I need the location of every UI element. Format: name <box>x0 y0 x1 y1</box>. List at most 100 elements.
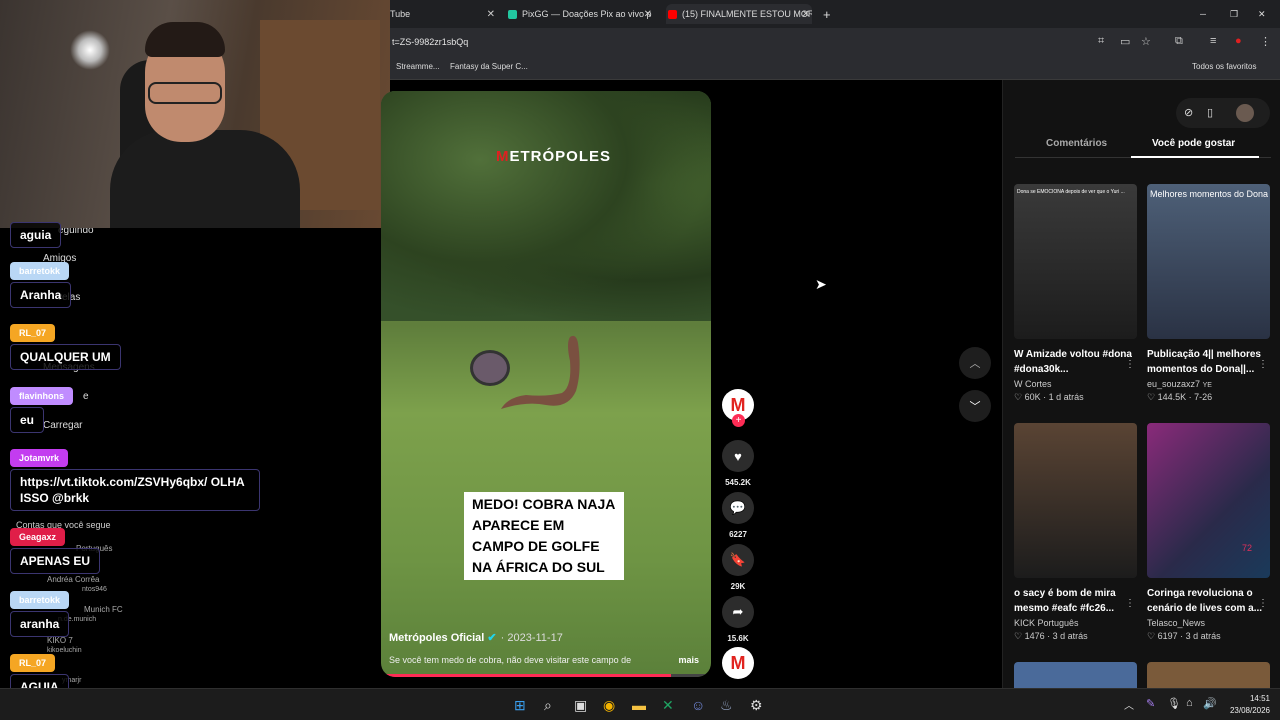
clock-time: 14:51 <box>1249 694 1270 703</box>
tab-youtube-video[interactable]: (15) FINALMENTE ESTOU MOR ✕ <box>666 4 812 24</box>
minimize-icon[interactable]: ─ <box>1200 4 1206 24</box>
more-options-icon[interactable]: ⋮ <box>1125 598 1135 609</box>
chat-username: RL_07 <box>10 654 56 672</box>
card-meta: ♡ 60K · 1 d atrás <box>1014 392 1084 402</box>
share-icon: ➦ <box>722 596 754 628</box>
heart-outline-icon: ♡ <box>1147 392 1158 402</box>
creator-avatar[interactable]: M + <box>722 389 754 427</box>
tab-pixgg[interactable]: PixGG — Doações Pix ao vivo p ✕ <box>508 4 654 24</box>
network-icon[interactable]: ⌂ <box>1186 697 1193 709</box>
previous-video-button[interactable]: ︿ <box>959 347 991 379</box>
new-tab-button[interactable]: + <box>823 4 831 24</box>
card-author[interactable]: W Cortes <box>1014 379 1137 389</box>
user-avatar-icon[interactable] <box>1236 104 1254 122</box>
chat-message: Geagaxz APENAS EU <box>10 527 101 574</box>
tray-chevron-icon[interactable]: ︿ <box>1124 697 1134 712</box>
chat-username: flavinhons <box>10 387 74 405</box>
chrome-icon[interactable]: ◉ <box>603 697 615 714</box>
card-title[interactable]: Coringa revoluciona o cenário de lives c… <box>1147 586 1270 616</box>
bookmark-star-icon[interactable]: ☆ <box>1141 35 1151 48</box>
profile-icon[interactable]: ● <box>1235 35 1242 47</box>
close-tab-icon[interactable]: ✕ <box>802 9 810 20</box>
chat-message: barretokk Aranha <box>10 261 72 308</box>
video-trees <box>381 91 711 321</box>
url-field[interactable]: t=ZS-9982zr1sbQq <box>392 37 468 47</box>
share-button[interactable]: ➦ 15.6K <box>722 596 754 643</box>
card-meta: ♡ 1476 · 3 d atrás <box>1014 631 1088 641</box>
panel-toolbar: ⊘ ▯ <box>1176 98 1270 128</box>
youtube-icon <box>668 9 677 19</box>
video-thumbnail[interactable]: 72 <box>1147 423 1270 578</box>
follow-plus-icon[interactable]: + <box>732 414 745 427</box>
tab-comments[interactable]: Comentários <box>1046 138 1107 149</box>
video-thumbnail[interactable]: Dona se EMOCIONA depois de ver que o Yur… <box>1014 184 1137 339</box>
more-options-icon[interactable]: ⋮ <box>1258 598 1268 609</box>
cast-icon[interactable]: ▭ <box>1120 35 1130 48</box>
more-options-icon[interactable]: ⋮ <box>1258 359 1268 370</box>
search-icon[interactable]: ⌕ <box>544 697 552 714</box>
bookmark-streamme[interactable]: Streamme... <box>396 62 440 71</box>
extensions-icon[interactable]: ⧉ <box>1175 35 1183 48</box>
video-thumbnail[interactable] <box>1014 423 1137 578</box>
maximize-icon[interactable]: ❐ <box>1230 4 1238 24</box>
microphone-icon[interactable]: 🎙 <box>1167 697 1181 710</box>
close-window-icon[interactable]: ✕ <box>1258 4 1266 24</box>
compass-icon[interactable]: ⊘ <box>1184 106 1193 119</box>
system-clock[interactable]: 14:51 23/08/2026 <box>1230 693 1270 717</box>
suggested-video-card[interactable]: Dona se EMOCIONA depois de ver que o Yur… <box>1014 184 1137 403</box>
more-button[interactable]: mais <box>678 655 699 665</box>
card-author[interactable]: KICK Português <box>1014 618 1137 628</box>
volume-icon[interactable]: 🔊 <box>1203 697 1217 710</box>
author-name[interactable]: Metrópoles Oficial <box>389 632 484 644</box>
card-title[interactable]: Publicação 4|| melhores momentos do Dona… <box>1147 347 1270 377</box>
video-progress-bar[interactable] <box>381 674 711 677</box>
save-button[interactable]: 🔖 29K <box>722 544 754 591</box>
settings-icon[interactable]: ⚙ <box>750 697 763 714</box>
suggested-video-thumbnail-partial[interactable] <box>1014 662 1137 688</box>
next-video-button[interactable]: ﹀ <box>959 390 991 422</box>
card-author[interactable]: eu_souzaxz7 YE <box>1147 379 1270 389</box>
suggested-video-thumbnail-partial[interactable] <box>1147 662 1270 688</box>
video-player[interactable]: METRÓPOLES MEDO! COBRA NAJA APARECE EM C… <box>381 91 711 677</box>
comment-button[interactable]: 💬 6227 <box>722 492 754 539</box>
metropoles-logo-icon: M <box>730 652 746 673</box>
card-likes: 144.5K <box>1157 392 1187 402</box>
chat-message: aguia <box>10 220 62 248</box>
card-title[interactable]: o sacy é bom de mira mesmo #eafc #fc26..… <box>1014 586 1137 616</box>
task-view-icon[interactable]: ▣ <box>574 697 587 714</box>
suggested-video-card[interactable]: Melhores momentos do Dona Publicação 4||… <box>1147 184 1270 403</box>
heart-outline-icon: ♡ <box>1014 631 1025 641</box>
video-author[interactable]: Metrópoles Oficial ✔ · 2023-11-17 <box>389 631 563 644</box>
card-author-name[interactable]: eu_souzaxz7 <box>1147 379 1200 389</box>
chat-text: aguia <box>10 222 62 248</box>
like-button[interactable]: ♥ 545.2K <box>722 440 754 487</box>
menu-icon[interactable]: ⋮ <box>1260 35 1271 48</box>
bookmark-fantasy[interactable]: Fantasy da Super C... <box>450 62 528 71</box>
steam-icon[interactable]: ♨ <box>720 697 733 714</box>
windows-start-icon[interactable]: ⊞ <box>514 697 526 714</box>
more-options-icon[interactable]: ⋮ <box>1125 359 1135 370</box>
file-explorer-icon[interactable]: ▬ <box>632 697 646 713</box>
suggested-video-card[interactable]: 72 Coringa revoluciona o cenário de live… <box>1147 423 1270 642</box>
all-bookmarks[interactable]: Todos os favoritos <box>1192 62 1256 71</box>
close-tab-icon[interactable]: ✕ <box>644 9 652 20</box>
pen-icon[interactable]: ✎ <box>1146 697 1155 710</box>
sound-avatar[interactable]: M <box>722 647 754 679</box>
translate-icon[interactable]: ⌗ <box>1098 35 1104 48</box>
suggested-video-card[interactable]: o sacy é bom de mira mesmo #eafc #fc26..… <box>1014 423 1137 642</box>
webcam-person-hair <box>145 22 225 57</box>
close-tab-icon[interactable]: ✕ <box>487 9 495 20</box>
card-title[interactable]: W Amizade voltou #dona #dona30k... <box>1014 347 1137 377</box>
clock-date: 23/08/2026 <box>1229 706 1270 715</box>
tab-suggested[interactable]: Você pode gostar <box>1152 138 1235 149</box>
webcam-glasses <box>148 82 222 104</box>
video-thumbnail[interactable]: Melhores momentos do Dona <box>1147 184 1270 339</box>
media-icon[interactable]: ≡ <box>1210 35 1216 47</box>
tab-youtube[interactable]: uTube ✕ <box>385 4 497 24</box>
excel-icon[interactable]: ✕ <box>662 697 674 714</box>
phone-icon[interactable]: ▯ <box>1207 106 1213 119</box>
metropoles-logo-icon: M <box>730 394 746 415</box>
bookmark-icon: 🔖 <box>722 544 754 576</box>
discord-icon[interactable]: ☺ <box>691 697 705 713</box>
card-author[interactable]: Telasco_News <box>1147 618 1270 628</box>
